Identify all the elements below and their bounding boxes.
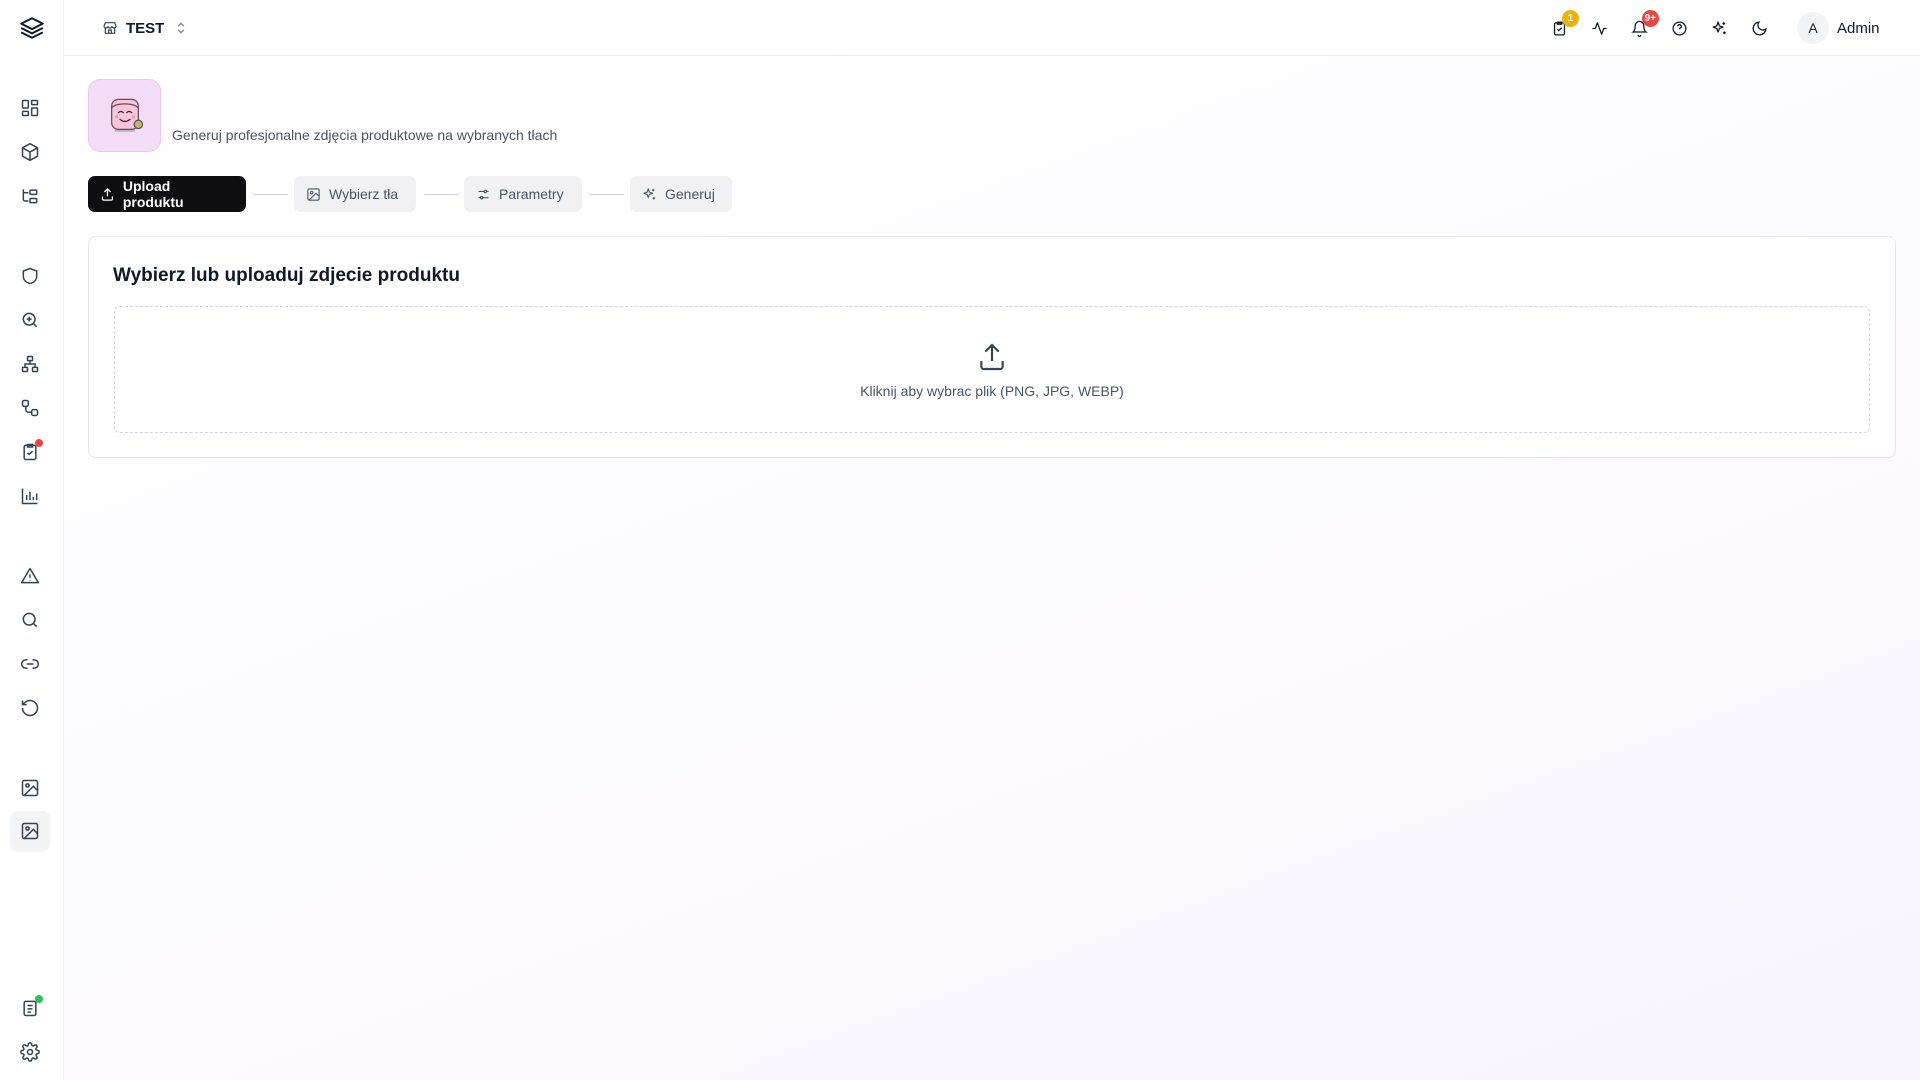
step-upload-produktu[interactable]: Upload produktu — [88, 176, 246, 212]
activity-icon[interactable] — [1585, 14, 1613, 42]
clipboard-icon[interactable] — [14, 992, 46, 1024]
upload-icon — [980, 342, 1004, 370]
search-zoom-icon[interactable] — [14, 304, 46, 336]
link-icon[interactable] — [14, 648, 46, 680]
step-parametry[interactable]: Parametry — [464, 176, 582, 212]
moon-icon[interactable] — [1745, 14, 1773, 42]
hierarchy-icon[interactable] — [14, 180, 46, 212]
image-icon[interactable] — [14, 772, 46, 804]
step-label: Wybierz tła — [329, 186, 399, 202]
history-icon[interactable] — [14, 692, 46, 724]
bell-icon[interactable]: 9+ — [1625, 10, 1659, 42]
tasks-badge: 1 — [1562, 10, 1579, 27]
tasks-icon[interactable]: 1 — [1545, 10, 1579, 42]
step-label: Parametry — [499, 186, 564, 202]
store-name: TEST — [126, 19, 165, 37]
network-icon[interactable] — [14, 348, 46, 380]
upload-card: Wybierz lub uploaduj zdjecie produktu Kl… — [88, 236, 1896, 458]
file-dropzone[interactable]: Kliknij aby wybrac plik (PNG, JPG, WEBP) — [114, 306, 1870, 433]
sliders-icon — [478, 189, 489, 199]
step-connector — [254, 194, 288, 195]
workflow-icon[interactable] — [14, 392, 46, 424]
top-header: TEST 1 9+ A Admin — [64, 0, 1920, 56]
dashboard-icon[interactable] — [14, 92, 46, 124]
help-icon[interactable] — [1665, 14, 1693, 42]
step-generuj[interactable]: Generuj — [630, 176, 732, 212]
card-title: Wybierz lub uploaduj zdjecie produktu — [113, 265, 460, 286]
checklist-icon[interactable] — [14, 436, 46, 468]
image-edit-icon[interactable] — [10, 811, 50, 851]
user-name: Admin — [1837, 19, 1880, 37]
notifications-badge: 9+ — [1641, 10, 1659, 27]
shield-icon[interactable] — [14, 260, 46, 292]
alert-icon[interactable] — [14, 560, 46, 592]
sparkles-icon[interactable] — [1705, 14, 1733, 42]
search-icon[interactable] — [14, 604, 46, 636]
dropzone-text: Kliknij aby wybrac plik (PNG, JPG, WEBP) — [860, 382, 1124, 399]
store-icon — [103, 22, 117, 34]
store-switcher[interactable]: TEST — [102, 14, 188, 42]
chevron-up-down-icon — [178, 22, 185, 34]
user-menu[interactable]: A Admin — [1797, 12, 1880, 44]
step-connector — [590, 194, 624, 195]
step-connector — [424, 194, 458, 195]
step-label: Upload produktu — [122, 178, 184, 210]
sidebar — [0, 0, 64, 1080]
package-icon[interactable] — [14, 136, 46, 168]
avatar: A — [1797, 12, 1829, 44]
step-label: Generuj — [665, 186, 715, 202]
page-subtitle: Generuj profesjonalne zdjęcia produktowe… — [172, 127, 558, 143]
image-icon — [307, 187, 320, 201]
module-illustration-icon — [88, 79, 161, 152]
status-dot — [35, 995, 43, 1003]
app-root: TEST 1 9+ A Admin Generuj profesjonalne … — [0, 0, 1920, 1080]
layers-logo-icon[interactable] — [16, 12, 48, 44]
settings-icon[interactable] — [14, 1036, 46, 1068]
upload-icon — [101, 187, 114, 201]
sparkles-icon — [643, 187, 656, 199]
bar-chart-icon[interactable] — [14, 480, 46, 512]
step-wybierz-tla[interactable]: Wybierz tła — [294, 176, 416, 212]
alert-dot — [35, 439, 43, 447]
